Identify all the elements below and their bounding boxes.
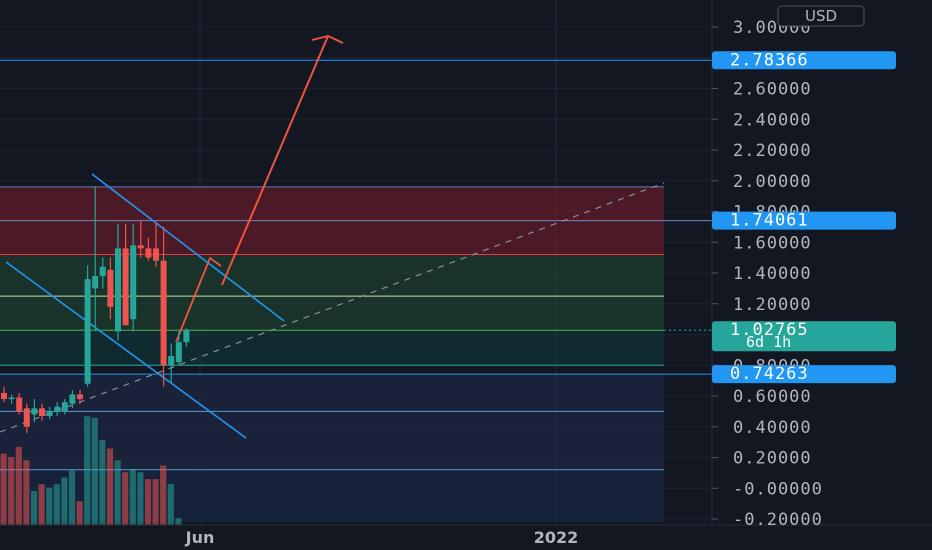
candle-body[interactable] [168, 356, 175, 366]
candle-body[interactable] [153, 248, 159, 261]
candle-body[interactable] [16, 397, 23, 412]
volume-bar [30, 491, 38, 525]
volume-bar [106, 448, 114, 525]
fib-zone [0, 254, 664, 332]
candle-body[interactable] [8, 397, 15, 400]
candle-body[interactable] [183, 329, 190, 343]
candle-body[interactable] [1, 392, 7, 400]
candle-body[interactable] [160, 260, 167, 366]
price-tick-label: 2.20000 [733, 141, 812, 161]
candle-body[interactable] [175, 342, 182, 363]
volume-bar [129, 468, 136, 525]
time-label-2022[interactable]: 2022 [534, 528, 579, 547]
price-tick-label: -0.20000 [733, 510, 823, 530]
candle-body[interactable] [23, 408, 30, 427]
price-tag-countdown: 6d 1h [746, 333, 791, 351]
volume-bar [23, 460, 30, 525]
volume-bar [144, 479, 152, 525]
price-tick-label: 2.00000 [733, 172, 812, 192]
candle-body[interactable] [61, 402, 68, 412]
candle-body[interactable] [107, 269, 114, 307]
candle-body[interactable] [137, 245, 144, 249]
price-tag-value: 0.74263 [730, 364, 809, 384]
candle-body[interactable] [115, 248, 121, 332]
price-tick-label: 2.60000 [733, 80, 812, 100]
candle-body[interactable] [130, 245, 137, 320]
price-tick-label: 0.60000 [733, 387, 812, 407]
volume-bar [8, 457, 15, 525]
candle-body[interactable] [69, 394, 76, 404]
volume-bar [76, 501, 83, 525]
price-tag-value: 1.74061 [730, 211, 809, 231]
volume-bar [15, 446, 22, 525]
volume-bar [53, 484, 60, 525]
candle-body[interactable] [99, 266, 106, 277]
trading-chart[interactable]: 3.000002.600002.400002.200002.000001.800… [0, 0, 932, 550]
price-tags: 2.783661.740611.027656d 1h0.74263 [712, 50, 896, 384]
volume-bar [137, 472, 144, 525]
volume-bar [114, 460, 121, 525]
price-tick-label: 1.40000 [733, 264, 812, 284]
price-tag-value: 2.78366 [730, 50, 809, 70]
candle-body[interactable] [92, 276, 99, 289]
candle-body[interactable] [46, 411, 53, 416]
volume-bar [91, 417, 98, 525]
currency-label: USD [805, 7, 837, 25]
candle-body[interactable] [122, 248, 129, 326]
chart-canvas[interactable]: 3.000002.600002.400002.200002.000001.800… [0, 0, 932, 550]
volume-bar [68, 470, 76, 525]
candle-body[interactable] [54, 406, 61, 412]
volume-bar [175, 518, 182, 525]
price-tick-label: 0.20000 [733, 449, 812, 469]
candle-body[interactable] [145, 248, 152, 258]
price-tick-label: 2.40000 [733, 110, 812, 130]
price-tick-label: 1.60000 [733, 233, 812, 253]
volume-bar [84, 416, 91, 525]
volume-bar [167, 484, 174, 525]
price-tick-label: 0.40000 [733, 418, 812, 438]
time-axis[interactable]: Jun 2022 [185, 528, 579, 547]
candle-body[interactable] [84, 279, 91, 384]
volume-bar [0, 453, 7, 525]
time-label-jun[interactable]: Jun [185, 528, 215, 547]
volume-bar [122, 472, 129, 525]
volume-bar [61, 477, 68, 525]
candle-body[interactable] [39, 408, 45, 416]
volume-bar [38, 484, 45, 525]
candle-body[interactable] [77, 394, 83, 400]
volume-bar [152, 479, 159, 525]
volume-bar [99, 440, 106, 525]
price-tick-label: -0.00000 [733, 479, 823, 499]
volume-bar [160, 465, 167, 525]
price-tick-label: 1.20000 [733, 295, 812, 315]
fib-zone [0, 331, 664, 366]
candle-body[interactable] [31, 408, 38, 415]
volume-bar [46, 487, 53, 525]
